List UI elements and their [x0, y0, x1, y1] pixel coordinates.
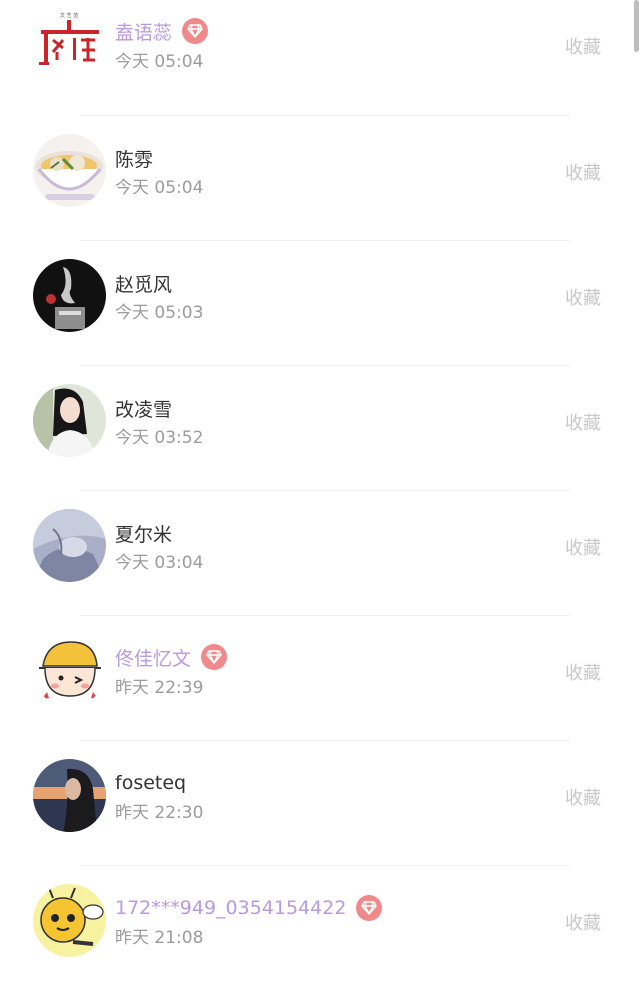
last-time: 昨天 21:08: [115, 928, 204, 948]
list-item[interactable]: 佟佳忆文 昨天 22:39 收藏: [0, 616, 640, 741]
svg-text:文 艺 范: 文 艺 范: [60, 12, 78, 19]
contact-name[interactable]: 172***949_0354154422: [115, 897, 346, 919]
name-line: 盍语蕊: [115, 18, 209, 45]
name-line: 陈雰: [115, 145, 153, 171]
sunset-portrait-avatar-icon: [33, 759, 106, 832]
dark-photo-avatar-icon: [33, 259, 106, 332]
avatar[interactable]: [33, 259, 106, 332]
contact-list: 文 艺 范 盍语蕊 今天 05:04 收藏 陈雰 今天 05:04 收藏 赵觅风…: [0, 0, 640, 991]
last-time: 今天 05:04: [115, 52, 204, 72]
name-line: 赵觅风: [115, 270, 172, 296]
contact-name[interactable]: 盍语蕊: [115, 18, 172, 45]
name-line: foseteq: [115, 770, 186, 796]
last-time: 今天 03:04: [115, 553, 204, 573]
favorite-button[interactable]: 收藏: [565, 159, 601, 185]
vip-diamond-icon: [356, 895, 383, 921]
contact-name[interactable]: 佟佳忆文: [115, 644, 191, 671]
list-item[interactable]: 改凌雪 今天 03:52 收藏: [0, 366, 640, 491]
name-line: 夏尔米: [115, 520, 172, 546]
anime-photo-avatar-icon: [33, 509, 106, 582]
avatar[interactable]: [33, 634, 106, 707]
list-item[interactable]: 夏尔米 今天 03:04 收藏: [0, 491, 640, 616]
soup-bowl-avatar-icon: [33, 134, 106, 207]
favorite-button[interactable]: 收藏: [565, 659, 601, 685]
avatar[interactable]: [33, 509, 106, 582]
girl-photo-avatar-icon: [33, 384, 106, 457]
list-item[interactable]: 陈雰 今天 05:04 收藏: [0, 116, 640, 241]
cartoon-child-avatar-icon: [33, 634, 106, 707]
logo-gudu-avatar-icon: 文 艺 范: [33, 8, 106, 81]
cartoon-bee-avatar-icon: [33, 884, 106, 957]
name-line: 佟佳忆文: [115, 644, 228, 671]
list-item[interactable]: 文 艺 范 盍语蕊 今天 05:04 收藏: [0, 0, 640, 116]
last-time: 昨天 22:39: [115, 678, 204, 698]
favorite-button[interactable]: 收藏: [565, 534, 601, 560]
contact-name[interactable]: 陈雰: [115, 145, 153, 172]
name-line: 172***949_0354154422: [115, 895, 383, 921]
last-time: 今天 05:04: [115, 178, 204, 198]
contact-name[interactable]: foseteq: [115, 772, 186, 794]
contact-name[interactable]: 赵觅风: [115, 270, 172, 297]
last-time: 今天 03:52: [115, 428, 204, 448]
list-item[interactable]: 赵觅风 今天 05:03 收藏: [0, 241, 640, 366]
last-time: 今天 05:03: [115, 303, 204, 323]
name-line: 改凌雪: [115, 395, 172, 421]
avatar[interactable]: [33, 134, 106, 207]
avatar[interactable]: 文 艺 范: [33, 8, 106, 81]
avatar[interactable]: [33, 759, 106, 832]
favorite-button[interactable]: 收藏: [565, 409, 601, 435]
vip-diamond-icon: [201, 644, 228, 670]
list-item[interactable]: 172***949_0354154422 昨天 21:08 收藏: [0, 866, 640, 991]
avatar[interactable]: [33, 884, 106, 957]
favorite-button[interactable]: 收藏: [565, 784, 601, 810]
list-item[interactable]: foseteq 昨天 22:30 收藏: [0, 741, 640, 866]
vip-diamond-icon: [182, 18, 209, 44]
contact-name[interactable]: 改凌雪: [115, 395, 172, 422]
favorite-button[interactable]: 收藏: [565, 284, 601, 310]
favorite-button[interactable]: 收藏: [565, 33, 601, 59]
scrollbar[interactable]: [634, 0, 639, 52]
last-time: 昨天 22:30: [115, 803, 204, 823]
contact-name[interactable]: 夏尔米: [115, 520, 172, 547]
avatar[interactable]: [33, 384, 106, 457]
favorite-button[interactable]: 收藏: [565, 909, 601, 935]
